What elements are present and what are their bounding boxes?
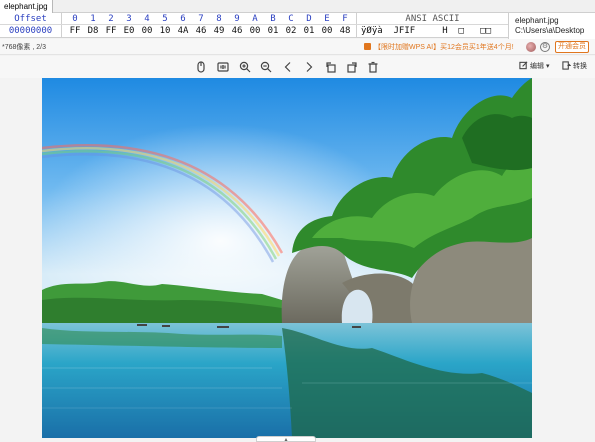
file-tab[interactable]: elephant.jpg	[0, 0, 53, 13]
image-info: *768像素 , 2/3	[2, 42, 46, 52]
file-info: elephant.jpg C:\Users\a\Desktop	[508, 13, 595, 39]
offset-header: Offset	[0, 13, 62, 24]
hex-byte[interactable]: FF	[102, 25, 120, 38]
member-button[interactable]: 开通会员	[555, 41, 589, 53]
hex-byte[interactable]: 10	[156, 25, 174, 38]
col-header-2: 2	[108, 14, 114, 24]
hex-byte[interactable]: 48	[336, 25, 354, 38]
mouse-icon[interactable]	[194, 60, 208, 74]
file-info-path: C:\Users\a\Desktop	[515, 26, 585, 35]
hex-header: Offset 0 1 2 3 4 5 6 7 8 9 A B C D E F A…	[0, 13, 508, 25]
hex-byte[interactable]: 01	[264, 25, 282, 38]
promo-banner[interactable]: 【限时加赠WPS AI】买12会员买1年送4个月!	[364, 42, 514, 52]
ascii-header: ANSI ASCII	[356, 13, 508, 24]
col-header-f: F	[342, 14, 348, 24]
col-header-4: 4	[144, 14, 150, 24]
hex-byte[interactable]: 00	[318, 25, 336, 38]
zoom-out-icon[interactable]	[259, 60, 273, 74]
hex-byte[interactable]: 46	[192, 25, 210, 38]
chevron-down-icon: ▾	[545, 63, 550, 70]
col-header-6: 6	[180, 14, 186, 24]
hex-byte[interactable]: 01	[300, 25, 318, 38]
row-offset: 00000000	[0, 25, 62, 37]
bottom-panel-handle[interactable]: ▴	[256, 436, 316, 442]
file-info-name: elephant.jpg	[515, 16, 559, 25]
col-header-b: B	[270, 14, 276, 24]
delete-icon[interactable]	[366, 60, 380, 74]
avatar[interactable]	[526, 42, 536, 52]
edit-label: 编辑	[530, 63, 544, 70]
page-indicator: 2/3	[36, 44, 46, 51]
actual-size-icon[interactable]	[216, 60, 230, 74]
hex-byte[interactable]: D8	[84, 25, 102, 38]
col-header-8: 8	[216, 14, 222, 24]
hex-byte[interactable]: 00	[138, 25, 156, 38]
speaker-icon	[364, 43, 371, 50]
viewer-info-bar: *768像素 , 2/3 【限时加赠WPS AI】买12会员买1年送4个月! ⚙…	[0, 39, 595, 55]
hex-byte[interactable]: 46	[228, 25, 246, 38]
edit-button[interactable]: 编辑 ▾	[519, 61, 549, 71]
landscape-photo	[42, 78, 532, 438]
col-header-0: 0	[72, 14, 78, 24]
hex-row[interactable]: 00000000 FF D8 FF E0 00 10 4A 46 49 46 0…	[0, 25, 508, 38]
col-header-9: 9	[234, 14, 240, 24]
displayed-image[interactable]	[42, 78, 532, 438]
edit-icon	[519, 61, 528, 70]
hex-byte[interactable]: FF	[66, 25, 84, 38]
gear-icon[interactable]: ⚙	[540, 42, 550, 52]
convert-button[interactable]: 转换	[562, 61, 587, 71]
tab-bar: elephant.jpg	[0, 0, 595, 13]
promo-text: 【限时加赠WPS AI】买12会员买1年送4个月!	[374, 44, 514, 51]
ascii-value[interactable]: ÿØÿà JFIF H □ □□	[356, 25, 508, 37]
col-header-d: D	[306, 14, 312, 24]
col-header-a: A	[252, 14, 258, 24]
image-dimensions: *768像素	[2, 44, 31, 51]
col-header-c: C	[288, 14, 294, 24]
hex-byte[interactable]: E0	[120, 25, 138, 38]
col-header-3: 3	[126, 14, 132, 24]
convert-label: 转换	[573, 63, 587, 70]
next-icon[interactable]	[302, 60, 316, 74]
hex-byte[interactable]: 00	[246, 25, 264, 38]
convert-icon	[562, 61, 572, 70]
rotate-right-icon[interactable]	[345, 60, 359, 74]
hex-byte[interactable]: 02	[282, 25, 300, 38]
col-header-5: 5	[162, 14, 168, 24]
rotate-left-icon[interactable]	[324, 60, 338, 74]
zoom-in-icon[interactable]	[238, 60, 252, 74]
hex-byte[interactable]: 49	[210, 25, 228, 38]
image-toolbar: 编辑 ▾ 转换	[0, 56, 595, 78]
col-header-e: E	[324, 14, 330, 24]
col-header-1: 1	[90, 14, 96, 24]
hex-byte[interactable]: 4A	[174, 25, 192, 38]
col-header-7: 7	[198, 14, 204, 24]
prev-icon[interactable]	[281, 60, 295, 74]
